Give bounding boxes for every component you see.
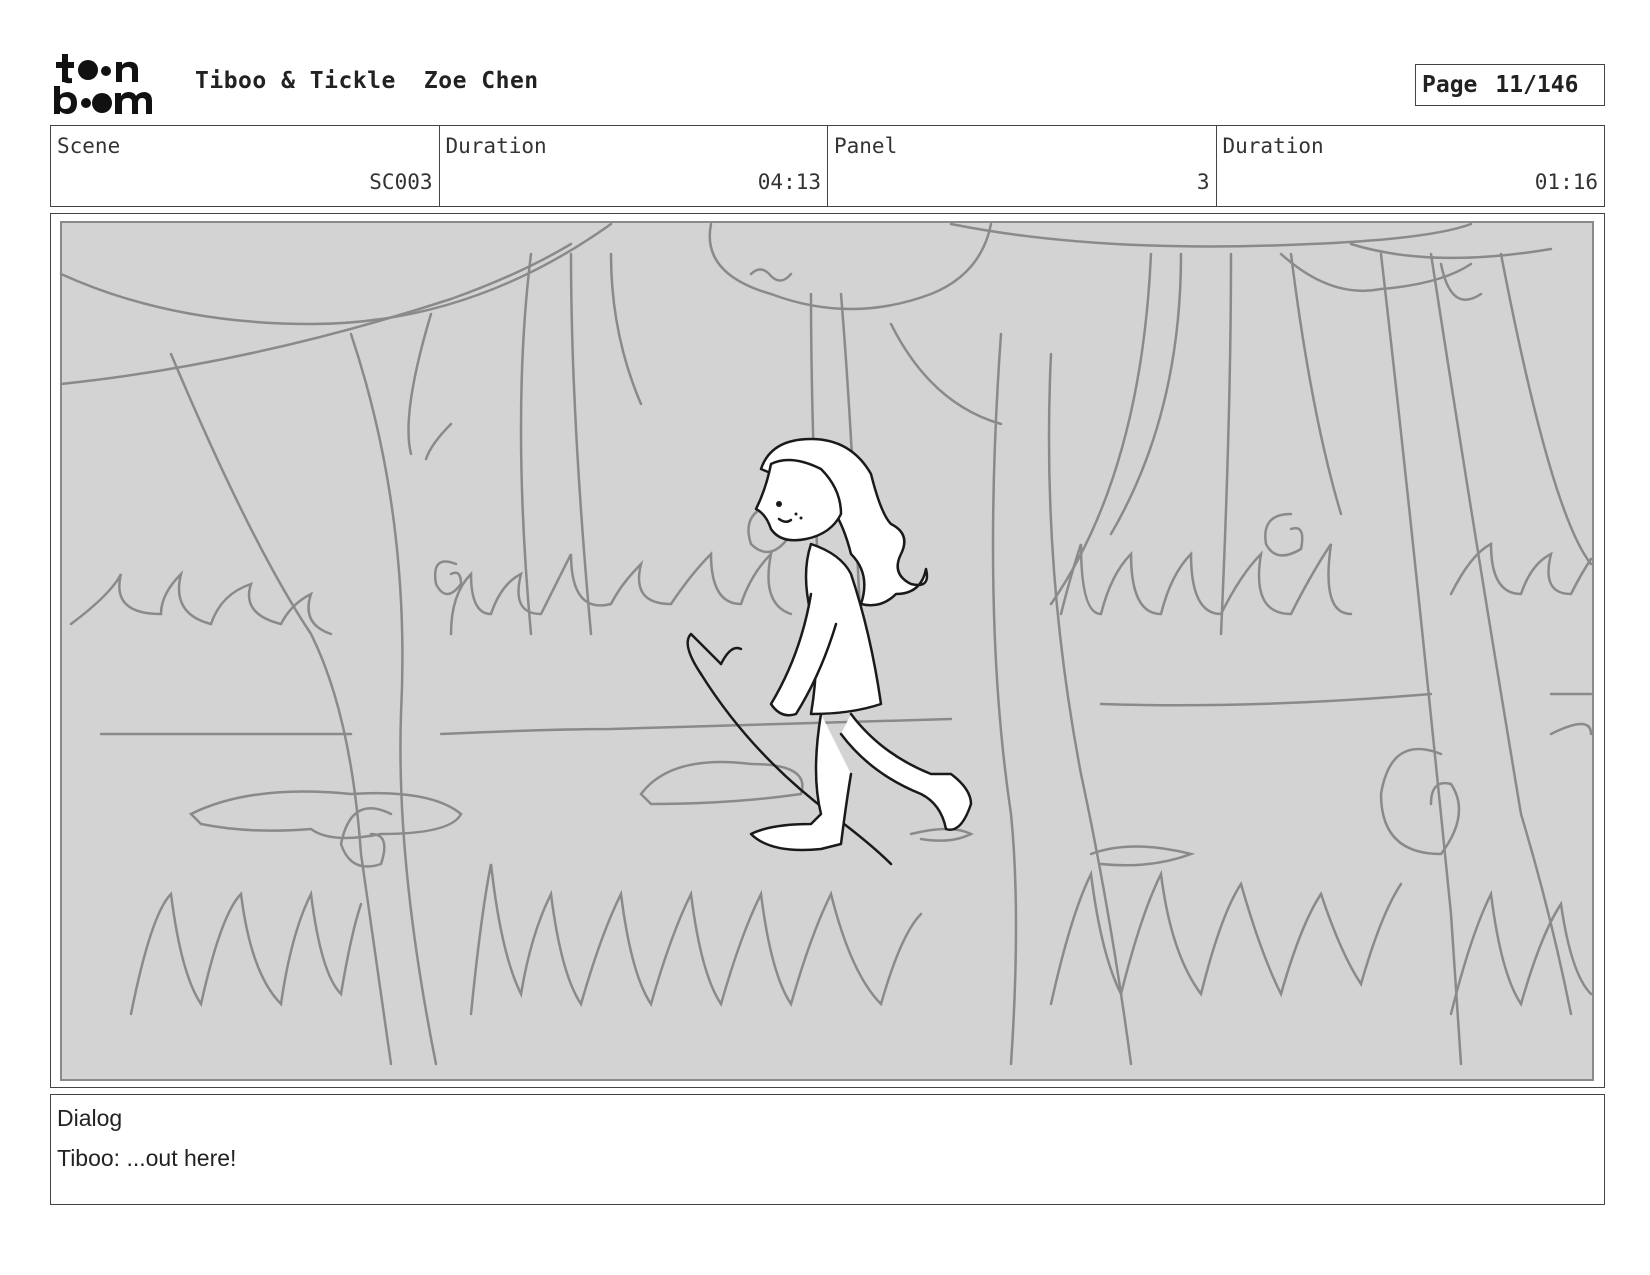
panel-label: Panel <box>834 134 898 158</box>
storyboard-panel <box>50 213 1605 1088</box>
dialog-box: Dialog Tiboo: ...out here! <box>50 1094 1605 1205</box>
scene-duration-value: 04:13 <box>757 170 821 194</box>
scene-duration-label: Duration <box>445 134 547 158</box>
scene-info-table: Scene SC003 Duration 04:13 Panel 3 Durat… <box>50 125 1605 207</box>
project-title: Tiboo & Tickle <box>195 68 396 94</box>
dialog-label: Dialog <box>57 1105 123 1131</box>
panel-duration-value: 01:16 <box>1534 170 1598 194</box>
project-header: Tiboo & Tickle Zoe Chen <box>195 68 567 94</box>
page-label: Page <box>1422 72 1478 98</box>
dialog-text: Tiboo: ...out here! <box>57 1145 237 1171</box>
scene-duration-cell: Duration 04:13 <box>440 126 828 206</box>
panel-value: 3 <box>1196 170 1210 194</box>
toonboom-logo <box>52 50 172 120</box>
scene-value: SC003 <box>369 170 433 194</box>
artist-name: Zoe Chen <box>423 68 539 94</box>
logo-graphic <box>54 54 152 114</box>
page-indicator: Page 11/146 <box>1415 64 1605 106</box>
panel-cell: Panel 3 <box>828 126 1217 206</box>
panel-duration-label: Duration <box>1222 134 1324 158</box>
page-number: 11/146 <box>1495 72 1579 98</box>
panel-sketch <box>59 221 1594 1081</box>
scene-cell: Scene SC003 <box>51 126 440 206</box>
scene-label: Scene <box>57 134 121 158</box>
panel-duration-cell: Duration 01:16 <box>1217 126 1605 206</box>
